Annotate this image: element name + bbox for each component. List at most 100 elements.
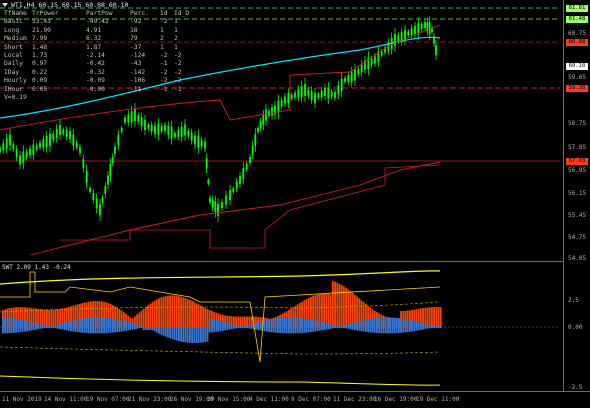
histogram-bar: [46, 325, 48, 329]
candle-body: [207, 179, 210, 184]
table-cell: -1: [160, 85, 168, 93]
histogram-bar: [2, 317, 4, 334]
histogram-bar: [426, 307, 429, 327]
candle-body: [42, 139, 45, 148]
candle-body: [340, 79, 343, 91]
table-row: IHour 0.05 -0.00 -11 -1 -1: [4, 86, 188, 94]
histogram-bar: [186, 299, 189, 327]
table-cell: Id_D: [174, 10, 190, 17]
table-cell: -106: [130, 77, 146, 85]
price-tick-label: 60.75: [568, 30, 587, 37]
table-cell: -43: [130, 60, 142, 68]
histogram-bar: [147, 305, 149, 327]
histogram-bar: [369, 318, 372, 333]
histogram-bar: [197, 327, 200, 343]
histogram-bar: [340, 284, 343, 327]
histogram-bar: [305, 318, 308, 333]
histogram-bar: [197, 304, 200, 327]
time-axis[interactable]: 11 Nov 2019 14 Nov 11:00 19 Nov 07:00 21 No…: [0, 391, 590, 408]
histogram-bar: [200, 327, 202, 343]
table-cell: -124: [130, 52, 146, 60]
collapse-triangle-icon[interactable]: [2, 3, 8, 7]
price-tick-label: 54.05: [568, 255, 587, 262]
price-axis[interactable]: 61.6060.7559.6558.7557.8556.9556.1555.45…: [563, 0, 590, 391]
histogram-bar: [87, 317, 90, 334]
candle-body: [180, 126, 183, 137]
histogram-bar: [334, 325, 336, 329]
histogram-bar: [358, 321, 361, 331]
candle-body: [111, 157, 114, 163]
histogram-bar: [46, 309, 48, 327]
histogram-bar: [173, 295, 176, 327]
histogram-bar: [120, 320, 123, 332]
histogram-bar: [169, 295, 171, 327]
histogram-bar: [433, 306, 435, 327]
indicator-pane[interactable]: [0, 262, 563, 391]
histogram-bar: [145, 327, 147, 330]
histogram-bar: [433, 325, 435, 329]
histogram-bar: [398, 318, 400, 333]
histogram-bar: [241, 325, 244, 329]
table-cell: 1: [160, 43, 164, 51]
candle-body: [380, 51, 383, 56]
price-tick-label: 57.85: [568, 144, 587, 151]
histogram-bar: [294, 317, 297, 334]
histogram-bar: [288, 317, 290, 334]
table-row: Basic 53.43 -49.42 -92 -2 1: [4, 18, 188, 26]
histogram-bar: [43, 325, 46, 329]
histogram-bar: [140, 325, 143, 329]
histogram-bar: [422, 323, 424, 330]
histogram-bar: [428, 325, 431, 329]
table-cell: -2: [160, 52, 168, 60]
table-cell: -2: [174, 60, 182, 68]
candle-body: [184, 124, 186, 136]
candle-body: [52, 133, 55, 140]
histogram-bar: [162, 327, 165, 336]
histogram-bar: [191, 327, 193, 343]
upper-band-line: [0, 270, 441, 285]
histogram-bar: [351, 292, 354, 327]
indicator-canvas[interactable]: [0, 262, 563, 391]
histogram-bar: [239, 325, 242, 329]
candle-body: [357, 69, 360, 75]
histogram-bar: [167, 295, 169, 327]
histogram-bar: [340, 325, 343, 329]
candle-body: [101, 197, 104, 203]
histogram-bar: [52, 309, 55, 327]
histogram-bar: [431, 325, 433, 329]
candle-body: [134, 109, 136, 121]
histogram-bar: [222, 321, 224, 331]
candle-body: [428, 22, 431, 35]
symbol-info: WTI,H4 60.15 60.15 60.08 60.10: [11, 1, 129, 9]
histogram-bar: [244, 325, 246, 329]
histogram-bar: [439, 307, 442, 327]
candle-body: [239, 176, 241, 184]
table-cell: PartPow: [86, 10, 113, 17]
candle-body: [265, 109, 267, 121]
histogram-bar: [215, 319, 218, 332]
price-chart-pane[interactable]: WTI,H4 60.15 60.15 60.08 60.10 TfName TrP…: [0, 0, 563, 262]
candle-body: [297, 89, 300, 98]
histogram-bar: [189, 327, 191, 343]
candle-body: [300, 86, 303, 98]
table-cell: Medium: [4, 35, 27, 43]
histogram-bar: [94, 317, 97, 334]
histogram-bar: [329, 324, 332, 329]
histogram-bar: [204, 307, 207, 327]
time-tick-label: 21 Nov 23:00: [128, 396, 172, 403]
indicator-tick-label: -2.5: [568, 384, 583, 391]
candle-body: [170, 126, 173, 139]
histogram-bar: [395, 317, 398, 334]
histogram-bar: [349, 323, 352, 330]
table-cell: -49.42: [86, 18, 109, 26]
histogram-bar: [171, 327, 174, 340]
histogram-bar: [413, 320, 416, 332]
candle-body: [262, 115, 265, 125]
table-cell: Id: [160, 10, 168, 17]
price-level-tag: 59.38: [566, 85, 588, 92]
candle-body: [327, 87, 330, 99]
histogram-bar: [248, 324, 251, 329]
histogram-bar: [439, 325, 442, 329]
histogram-bar: [426, 324, 429, 329]
histogram-bar: [189, 299, 191, 327]
